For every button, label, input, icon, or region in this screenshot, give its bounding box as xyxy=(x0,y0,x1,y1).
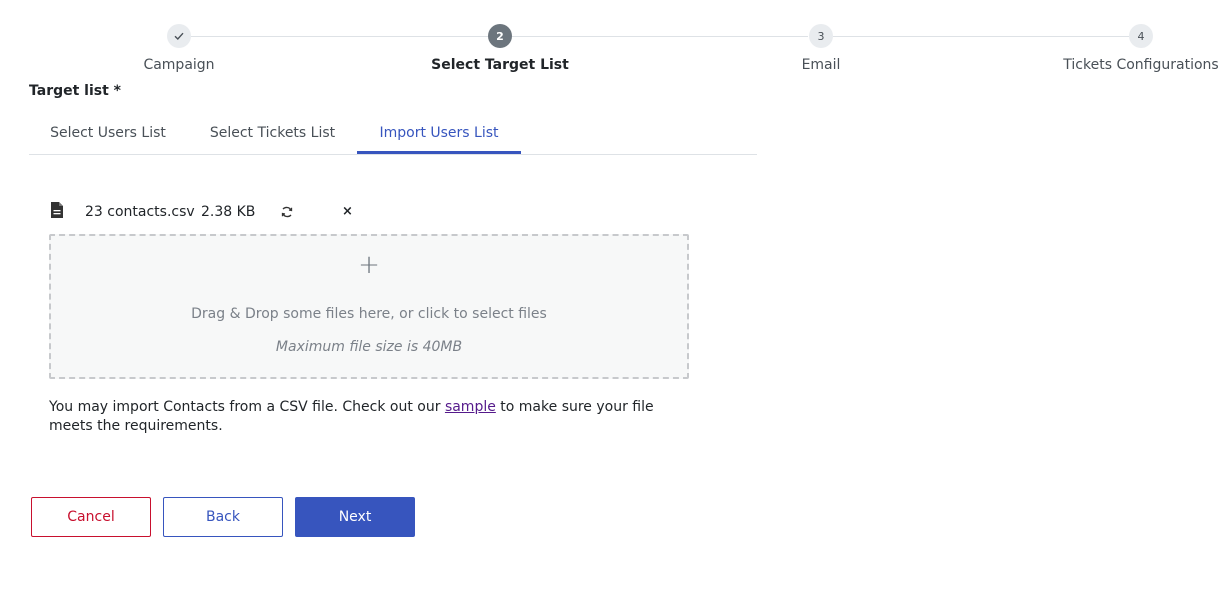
plus-icon: + xyxy=(358,250,380,280)
step-campaign[interactable]: Campaign xyxy=(69,24,289,73)
step-label: Campaign xyxy=(143,57,215,73)
step-tickets-configurations[interactable]: 4 Tickets Configurations xyxy=(1031,24,1226,73)
tab-import-users-list[interactable]: Import Users List xyxy=(357,115,521,154)
help-text-before: You may import Contacts from a CSV file.… xyxy=(49,399,445,415)
next-button[interactable]: Next xyxy=(295,497,415,537)
reload-icon[interactable] xyxy=(280,200,294,227)
wizard-stepper: Campaign 2 Select Target List 3 Email 4 … xyxy=(0,0,1226,80)
file-icon xyxy=(49,200,65,227)
step-number: 2 xyxy=(488,24,512,48)
file-dropzone[interactable]: + Drag & Drop some files here, or click … xyxy=(49,234,689,379)
dropzone-text: Drag & Drop some files here, or click to… xyxy=(191,306,547,322)
tab-select-users-list[interactable]: Select Users List xyxy=(29,115,187,152)
cancel-button[interactable]: Cancel xyxy=(31,497,151,537)
close-icon[interactable]: × xyxy=(342,200,353,224)
step-circle-completed xyxy=(167,24,191,48)
step-label: Select Target List xyxy=(431,57,569,73)
step-label: Tickets Configurations xyxy=(1063,57,1219,73)
dropzone-hint: Maximum file size is 40MB xyxy=(275,339,463,355)
file-size: 2.38 KB xyxy=(201,204,256,220)
sample-link[interactable]: sample xyxy=(445,399,496,415)
step-number: 4 xyxy=(1129,24,1153,48)
check-icon xyxy=(174,32,184,41)
step-email[interactable]: 3 Email xyxy=(711,24,931,73)
uploaded-file-row: 23 contacts.csv 2.38 KB × xyxy=(49,200,369,224)
target-list-label: Target list * xyxy=(29,83,121,99)
import-help-text: You may import Contacts from a CSV file.… xyxy=(49,398,689,436)
step-number: 3 xyxy=(809,24,833,48)
target-list-tabs: Select Users List Select Tickets List Im… xyxy=(29,115,757,155)
file-name: 23 contacts.csv xyxy=(85,204,195,220)
campaign-wizard-page: Campaign 2 Select Target List 3 Email 4 … xyxy=(0,0,1226,589)
step-label: Email xyxy=(801,57,841,73)
tab-select-tickets-list[interactable]: Select Tickets List xyxy=(194,115,351,152)
step-select-target-list[interactable]: 2 Select Target List xyxy=(390,24,610,73)
back-button[interactable]: Back xyxy=(163,497,283,537)
